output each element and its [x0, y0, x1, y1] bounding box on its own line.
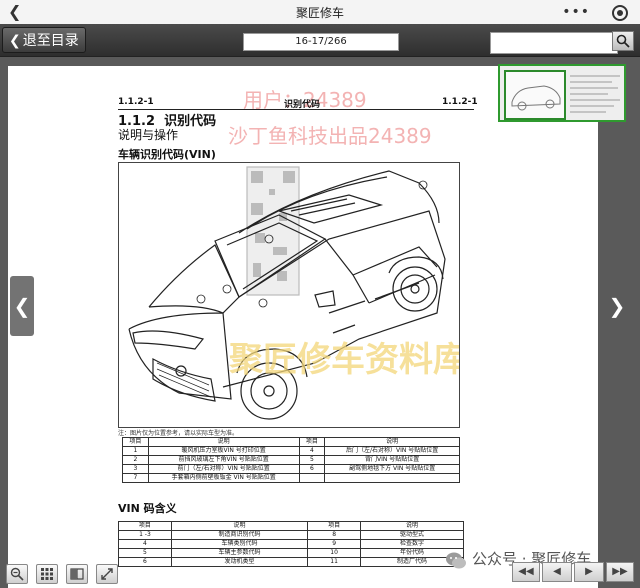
- table-cell: 背门VIN 号贴贴位置: [324, 455, 460, 465]
- table-cell: 6: [118, 557, 172, 567]
- col-header: 说明: [324, 437, 460, 447]
- table-cell: [324, 473, 460, 483]
- table-cell: 9: [307, 539, 362, 549]
- search-input[interactable]: [490, 32, 618, 54]
- table-row: 3 前门（左/右对称）VIN 号贴贴位置 6 副驾侧地毯下方 VIN 号贴贴位置: [122, 464, 460, 474]
- table-row: 2 前挡风玻璃左下角VIN 号贴贴位置 5 背门VIN 号贴贴位置: [122, 455, 460, 465]
- next-page-icon: ▶: [585, 566, 593, 577]
- figure-note: 注：图片仅为位置参考，请以实际车型为准。: [118, 430, 239, 437]
- more-icon[interactable]: •••: [562, 4, 590, 20]
- table-row: 7 手套箱内侧前壁板钣金 VIN 号贴贴位置: [122, 473, 460, 483]
- col-header: 项目: [122, 437, 149, 447]
- last-page-button[interactable]: ▶▶: [606, 562, 634, 582]
- prev-page-arrow[interactable]: ❮: [10, 276, 34, 336]
- page-indicator: 16-17/266: [243, 33, 399, 51]
- section-code-left: 1.1.2-1: [118, 97, 154, 107]
- col-header: 项目: [307, 521, 362, 531]
- watermark-center: 聚匠修车资料库: [228, 340, 459, 380]
- last-page-icon: ▶▶: [612, 566, 628, 577]
- col-header: 项目: [118, 521, 172, 531]
- zoom-out-button[interactable]: [6, 564, 28, 584]
- table-cell: 5: [118, 548, 172, 558]
- table-cell: 车辆类别代码: [170, 539, 309, 549]
- table-cell: 10: [307, 548, 362, 558]
- bottom-toolbar: [0, 562, 125, 586]
- subsection-title: 说明与操作: [118, 128, 179, 142]
- vin-location-table: 项目 说明 项目 说明 1 暖风机压力室板VIN 号打印位置 4 后门（左/右对…: [122, 437, 460, 483]
- table-cell: 2: [122, 455, 149, 465]
- vehicle-figure: 聚匠修车资料库: [118, 162, 460, 428]
- prev-arrow-icon: ❮: [13, 294, 31, 318]
- app-header: ❮ 聚匠修车 •••: [0, 0, 640, 25]
- grid-view-button[interactable]: [36, 564, 58, 584]
- next-page-arrow[interactable]: ❯: [605, 276, 629, 336]
- pager-controls: ◀◀ ◀ ▶ ▶▶: [512, 562, 634, 584]
- table-cell: 暖风机压力室板VIN 号打印位置: [147, 446, 300, 456]
- table-cell: 4: [118, 539, 172, 549]
- table-header-row: 项目 说明 项目 说明: [118, 521, 464, 531]
- fullscreen-icon: [101, 568, 113, 580]
- vin-heading: 车辆识别代码(VIN): [118, 148, 216, 161]
- watermark-brand: 沙丁鱼科技出品24389: [228, 124, 432, 148]
- col-header: 说明: [147, 437, 300, 447]
- table-cell: [298, 473, 326, 483]
- next-arrow-icon: ❯: [608, 294, 626, 318]
- prev-page-icon: ◀: [553, 566, 561, 577]
- table-cell: 11: [307, 557, 362, 567]
- table-cell: 检查数字: [360, 539, 464, 549]
- vin-meaning-title: VIN 码含义: [118, 502, 177, 515]
- table-row: 6 发动机类型 11 制造厂代码: [118, 557, 464, 567]
- table-cell: 8: [307, 530, 362, 540]
- table-cell: 3: [122, 464, 149, 474]
- chevron-left-icon: ❮: [9, 33, 21, 49]
- table-cell: 车辆主参数代码: [170, 548, 309, 558]
- prev-page-button[interactable]: ◀: [542, 562, 572, 582]
- table-row: 1 暖风机压力室板VIN 号打印位置 4 后门（左/右对称）VIN 号贴贴位置: [122, 446, 460, 456]
- table-cell: 制造商识别代码: [170, 530, 309, 540]
- book-icon: [70, 568, 84, 580]
- zoom-out-icon: [10, 567, 24, 581]
- target-icon[interactable]: [612, 5, 628, 21]
- col-header: 说明: [170, 521, 309, 531]
- table-cell: 前门（左/右对称）VIN 号贴贴位置: [147, 464, 300, 474]
- table-cell: 手套箱内侧前壁板钣金 VIN 号贴贴位置: [147, 473, 300, 483]
- table-cell: 1: [122, 446, 149, 456]
- table-cell: 1 -3: [118, 530, 172, 540]
- first-page-icon: ◀◀: [518, 566, 534, 577]
- col-header: 项目: [298, 437, 326, 447]
- thumbnail-current-page: [504, 70, 566, 120]
- table-row: 1 -3 制造商识别代码 8 驱动型式: [118, 530, 464, 540]
- table-cell: 副驾侧地毯下方 VIN 号贴贴位置: [324, 464, 460, 474]
- table-cell: 发动机类型: [170, 557, 309, 567]
- first-page-button[interactable]: ◀◀: [512, 562, 540, 582]
- book-view-button[interactable]: [66, 564, 88, 584]
- table-cell: 5: [298, 455, 326, 465]
- col-header: 说明: [360, 521, 464, 531]
- table-cell: 4: [298, 446, 326, 456]
- table-cell: 驱动型式: [360, 530, 464, 540]
- app-title: 聚匠修车: [295, 6, 344, 20]
- table-row: 5 车辆主参数代码 10 年份代码: [118, 548, 464, 558]
- vin-meaning-table: 项目 说明 项目 说明 1 -3 制造商识别代码 8 驱动型式 4 车辆类别代码…: [118, 521, 464, 567]
- search-button[interactable]: [612, 31, 634, 51]
- page-thumbnail[interactable]: [498, 64, 626, 122]
- table-cell: 后门（左/右对称）VIN 号贴贴位置: [324, 446, 460, 456]
- table-cell: 6: [298, 464, 326, 474]
- section-code-right: 1.1.2-1: [442, 97, 478, 107]
- table-cell: 前挡风玻璃左下角VIN 号贴贴位置: [147, 455, 300, 465]
- exit-to-catalog-button[interactable]: ❮ 退至目录: [2, 27, 86, 53]
- table-row: 4 车辆类别代码 9 检查数字: [118, 539, 464, 549]
- grid-icon: [41, 568, 53, 580]
- table-header-row: 项目 说明 项目 说明: [122, 437, 460, 447]
- reader-toolbar: ❮ 退至目录 16-17/266: [0, 24, 640, 57]
- wechat-icon: [446, 552, 466, 569]
- search-icon: [616, 34, 630, 48]
- table-cell: 7: [122, 473, 149, 483]
- next-page-button[interactable]: ▶: [574, 562, 604, 582]
- exit-to-catalog-label: 退至目录: [22, 33, 79, 49]
- fullscreen-button[interactable]: [96, 564, 118, 584]
